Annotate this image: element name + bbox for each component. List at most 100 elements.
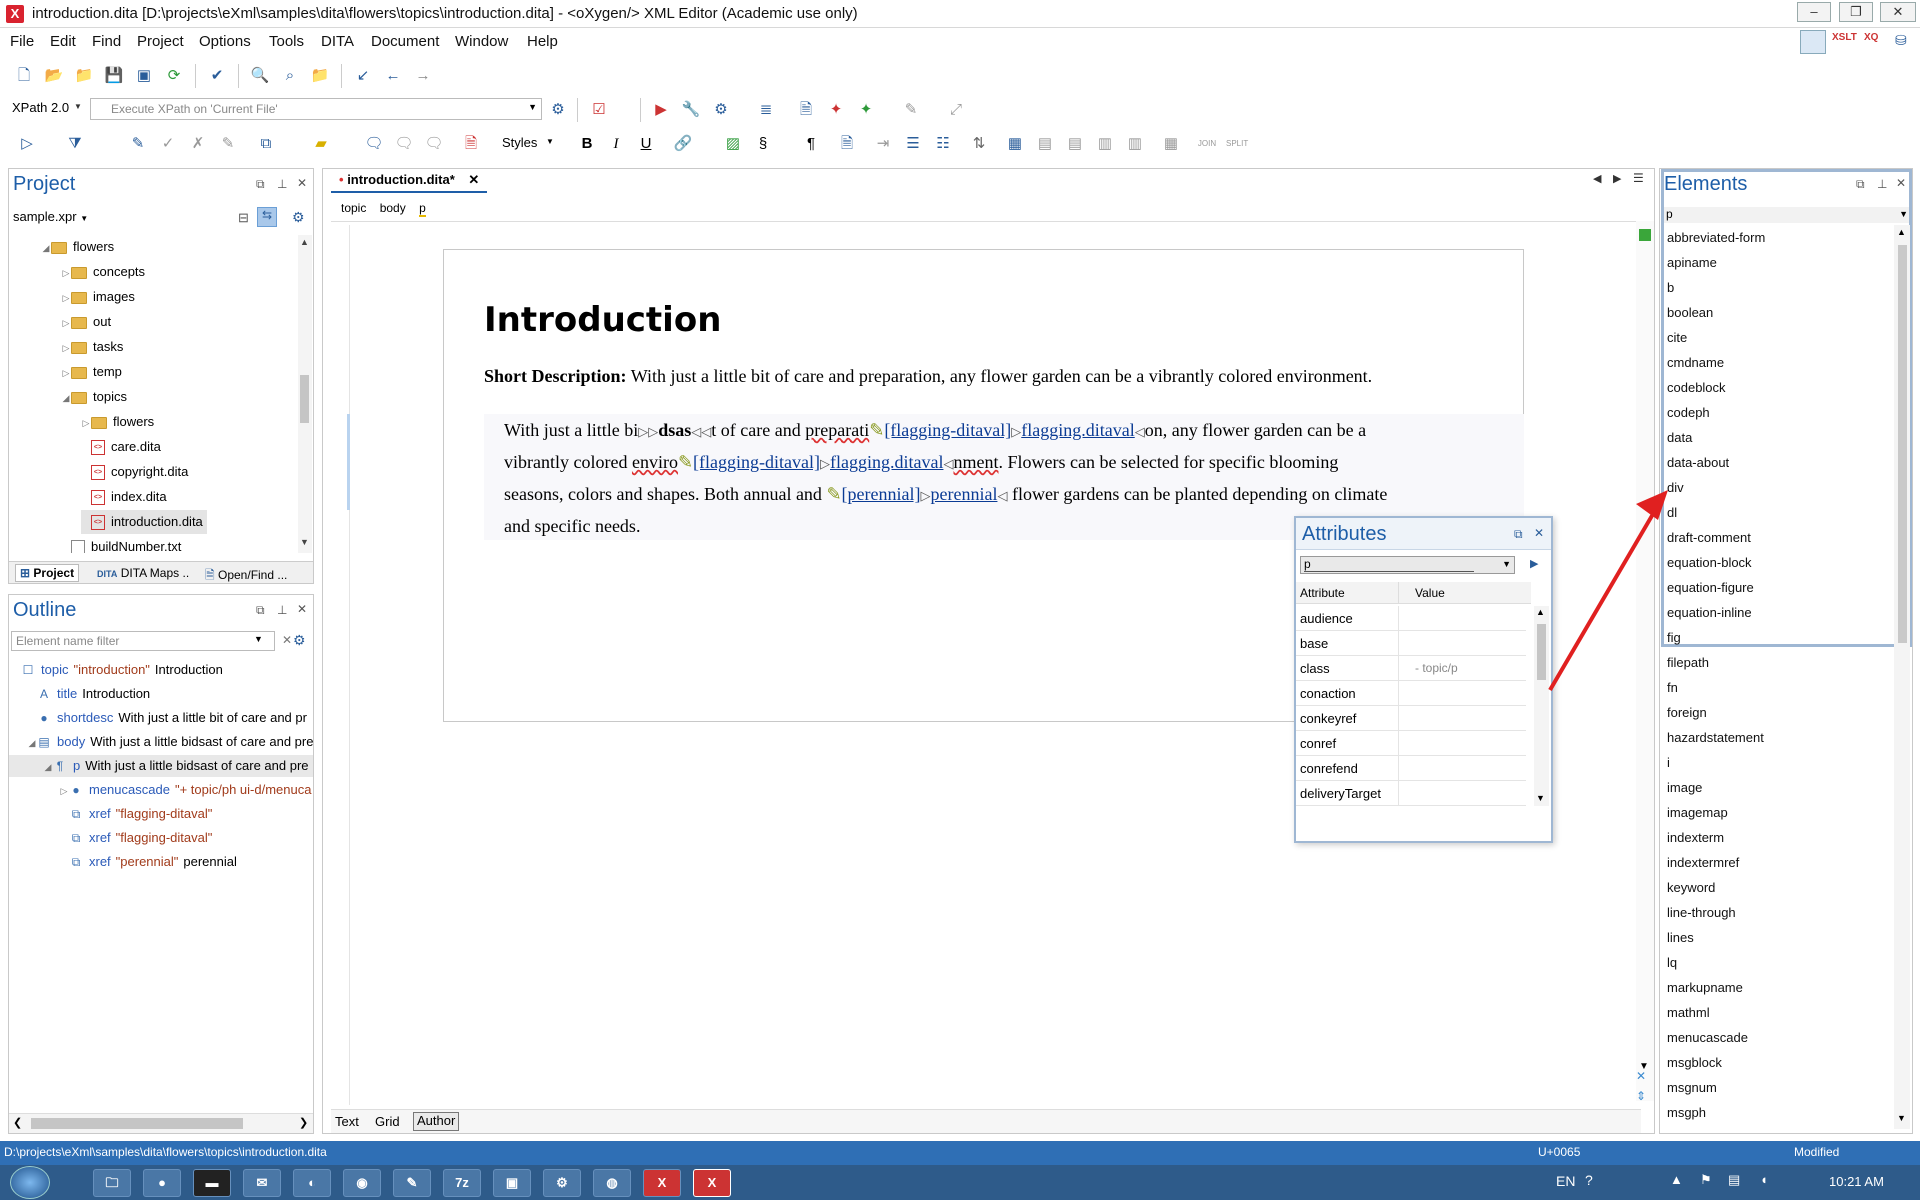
back-icon[interactable]: ← [382, 65, 404, 87]
menu-window[interactable]: Window [455, 33, 508, 50]
tree-folder[interactable]: ▷ temp [61, 360, 122, 384]
styles-dropdown[interactable]: Styles [502, 135, 537, 150]
element-item[interactable]: codeph [1667, 400, 1710, 425]
element-item[interactable]: abbreviated-form [1667, 225, 1765, 250]
elements-scrollbar[interactable]: ▲ ▼ [1894, 225, 1910, 1129]
image-viewer-icon[interactable]: ▣ [493, 1169, 531, 1197]
attribute-row[interactable]: audience [1296, 606, 1526, 631]
tab-author[interactable]: Author [413, 1112, 460, 1131]
copy-icon[interactable]: ⧉ [255, 133, 277, 155]
element-item[interactable]: markupname [1667, 975, 1743, 1000]
manage-comments-icon[interactable]: 🗎 [460, 133, 482, 155]
element-item[interactable]: foreign [1667, 700, 1707, 725]
validate-icon[interactable]: ☑ [588, 99, 610, 121]
element-item[interactable]: boolean [1667, 300, 1713, 325]
perspective-xquery-icon[interactable]: XQ [1864, 32, 1878, 43]
element-item[interactable]: mathml [1667, 1000, 1710, 1025]
attribute-row[interactable]: class - topic/p [1296, 656, 1526, 681]
accept-change-icon[interactable]: ✓ [157, 133, 179, 155]
collapsed-arrow-icon[interactable]: ▷ [61, 361, 71, 385]
tree-file[interactable]: <> introduction.dita [81, 510, 207, 534]
7zip-icon[interactable]: 7z [443, 1169, 481, 1197]
outline-node[interactable]: ● shortdesc With just a little bit of care… [9, 707, 313, 729]
attribute-row[interactable]: conkeyref [1296, 706, 1526, 731]
menu-document[interactable]: Document [371, 33, 439, 50]
terminal-icon[interactable]: ▬ [193, 1169, 231, 1197]
element-item[interactable]: menucascade [1667, 1025, 1748, 1050]
xref-link[interactable]: flagging.ditaval [830, 452, 943, 472]
language-indicator[interactable]: EN [1556, 1173, 1575, 1189]
edit-comment-icon[interactable]: 🗨 [393, 133, 415, 155]
outline-filter-input[interactable]: Element name filter ▼ ✕ [11, 631, 292, 651]
close-button[interactable]: ✕ [1880, 2, 1916, 22]
outline-node[interactable]: ⧉ xref "flagging-ditaval" [9, 827, 313, 849]
attributes-element-combo[interactable]: p ▼ [1300, 556, 1515, 574]
outline-node[interactable]: ⧉ xref "perennial" perennial [9, 851, 313, 873]
find-icon[interactable]: 🔍 [249, 65, 271, 87]
xpath-version-dropdown[interactable]: XPath 2.0 [12, 100, 69, 115]
tags-display-icon[interactable]: ▷ [16, 133, 38, 155]
element-item[interactable]: msgblock [1667, 1050, 1722, 1075]
network-icon[interactable]: ▤ [1728, 1172, 1740, 1188]
table-properties-icon[interactable]: ▦ [1160, 133, 1182, 155]
element-item[interactable]: lines [1667, 925, 1694, 950]
add-comment-icon[interactable]: 🗨 [363, 133, 385, 155]
open-icon[interactable]: 📂 [43, 65, 65, 87]
insert-column-icon[interactable]: ▥ [1094, 133, 1116, 155]
tree-file[interactable]: <> index.dita [81, 485, 167, 509]
track-changes-icon[interactable]: ✎ [127, 133, 149, 155]
outline-node[interactable]: ◢ ¶ p With just a little bidsast of care an… [9, 755, 313, 777]
save-all-icon[interactable]: ▣ [133, 65, 155, 87]
breadcrumb-p[interactable]: p [419, 201, 426, 217]
tab-introduction-dita[interactable]: • introduction.dita* ✕ [331, 169, 488, 193]
numbered-list-icon[interactable]: ☷ [932, 133, 954, 155]
section-icon[interactable]: § [752, 133, 774, 155]
menu-edit[interactable]: Edit [50, 33, 76, 50]
collapsed-arrow-icon[interactable]: ▷ [61, 261, 71, 285]
float-icon[interactable]: ⧉ [256, 177, 265, 192]
delete-row-icon[interactable]: ▤ [1064, 133, 1086, 155]
xpath-settings-icon[interactable]: ⚙ [547, 99, 569, 121]
thunderbird-icon[interactable]: ✉ [243, 1169, 281, 1197]
next-error-icon[interactable]: ✕ [1636, 1069, 1646, 1083]
oxygen-taskbar-icon-active[interactable]: X [693, 1169, 731, 1197]
element-item[interactable]: cite [1667, 325, 1687, 350]
reload-icon[interactable]: ⟳ [163, 65, 185, 87]
tab-text[interactable]: Text [335, 1114, 359, 1129]
menu-help[interactable]: Help [527, 33, 558, 50]
tray-up-icon[interactable]: ▲ [1670, 1172, 1683, 1187]
format-indent-icon[interactable]: ≣ [755, 99, 777, 121]
element-item[interactable]: msgnum [1667, 1075, 1717, 1100]
tree-folder[interactable]: ▷ images [61, 285, 135, 309]
sort-icon[interactable]: ⇅ [968, 133, 990, 155]
new-file-icon[interactable]: 🗋 [13, 65, 35, 87]
comment-change-icon[interactable]: ✎ [217, 133, 239, 155]
restore-button[interactable]: ❐ [1839, 2, 1873, 22]
element-item[interactable]: data-about [1667, 450, 1729, 475]
topic-title[interactable]: Introduction [484, 300, 721, 340]
run-transformation-icon[interactable]: ▶ [650, 99, 672, 121]
xpath-input[interactable]: Execute XPath on 'Current File' ▼ [90, 98, 542, 120]
attribute-row[interactable]: conaction [1296, 681, 1526, 706]
menu-file[interactable]: File [10, 33, 34, 50]
menu-tools[interactable]: Tools [269, 33, 304, 50]
underline-icon[interactable]: U [635, 133, 657, 155]
tree-folder[interactable]: ◢ topics [61, 385, 127, 409]
network-app-icon[interactable]: ◍ [593, 1169, 631, 1197]
tab-left-arrow-icon[interactable]: ◀ [1593, 172, 1601, 185]
outline-node[interactable]: ◢ ▤ body With just a little bidsast of care… [9, 731, 313, 753]
insert-row-icon[interactable]: ▤ [1034, 133, 1056, 155]
xref-link[interactable]: flagging.ditaval [1021, 420, 1134, 440]
save-icon[interactable]: 💾 [103, 65, 125, 87]
xref-link[interactable]: perennial [930, 484, 997, 504]
clear-filter-icon[interactable]: ✕ [282, 633, 292, 647]
collapsed-arrow-icon[interactable]: ▷ [61, 311, 71, 335]
settings-icon[interactable]: ⚙ [292, 209, 305, 226]
restore-icon[interactable]: ⧉ [1514, 527, 1523, 542]
pin-icon[interactable]: ⊥ [1877, 177, 1887, 191]
highlight-icon[interactable]: ▰ [310, 133, 332, 155]
split-cell-icon[interactable]: SPLIT [1226, 133, 1248, 155]
pin-icon[interactable]: ⊥ [277, 177, 287, 191]
indent-icon[interactable]: ⇥ [872, 133, 894, 155]
goto-last-edit-icon[interactable]: ↙ [352, 65, 374, 87]
